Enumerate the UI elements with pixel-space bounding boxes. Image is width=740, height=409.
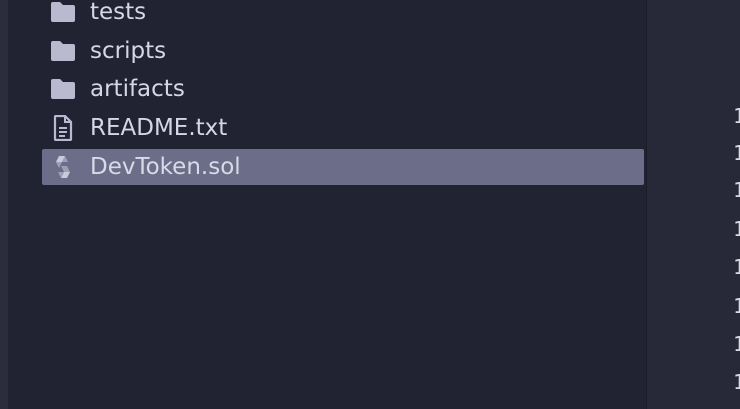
file-text-icon <box>48 113 78 143</box>
file-tree: tests scripts artifacts README.txt DevTo… <box>42 0 644 187</box>
line-number: 1 <box>733 141 740 165</box>
tree-item-scripts[interactable]: scripts <box>42 33 644 69</box>
folder-icon <box>48 0 78 27</box>
folder-icon <box>48 36 78 66</box>
tree-item-label: DevToken.sol <box>90 153 241 180</box>
line-number: 1 <box>733 104 740 128</box>
line-number: 1 <box>733 370 740 394</box>
file-explorer: tests scripts artifacts README.txt DevTo… <box>8 0 646 409</box>
activity-bar-edge <box>0 0 8 409</box>
folder-icon <box>48 74 78 104</box>
tree-item-label: artifacts <box>90 76 185 103</box>
tree-item-label: scripts <box>90 37 167 64</box>
line-number: 1 <box>733 217 740 241</box>
tree-item-devtoken-sol[interactable]: DevToken.sol <box>42 148 644 185</box>
line-number: 1 <box>733 332 740 356</box>
tree-item-tests[interactable]: tests <box>42 0 644 30</box>
tree-item-label: README.txt <box>90 115 228 142</box>
line-number: 1 <box>733 255 740 279</box>
line-number: 1 <box>733 178 740 202</box>
tree-item-artifacts[interactable]: artifacts <box>42 71 644 107</box>
line-number: 1 <box>733 294 740 318</box>
solidity-icon <box>48 152 78 182</box>
tree-item-label: tests <box>90 0 147 25</box>
editor-pane[interactable]: 1 1 1 1 1 1 1 1 <box>646 0 740 409</box>
tree-item-readme[interactable]: README.txt <box>42 110 644 146</box>
